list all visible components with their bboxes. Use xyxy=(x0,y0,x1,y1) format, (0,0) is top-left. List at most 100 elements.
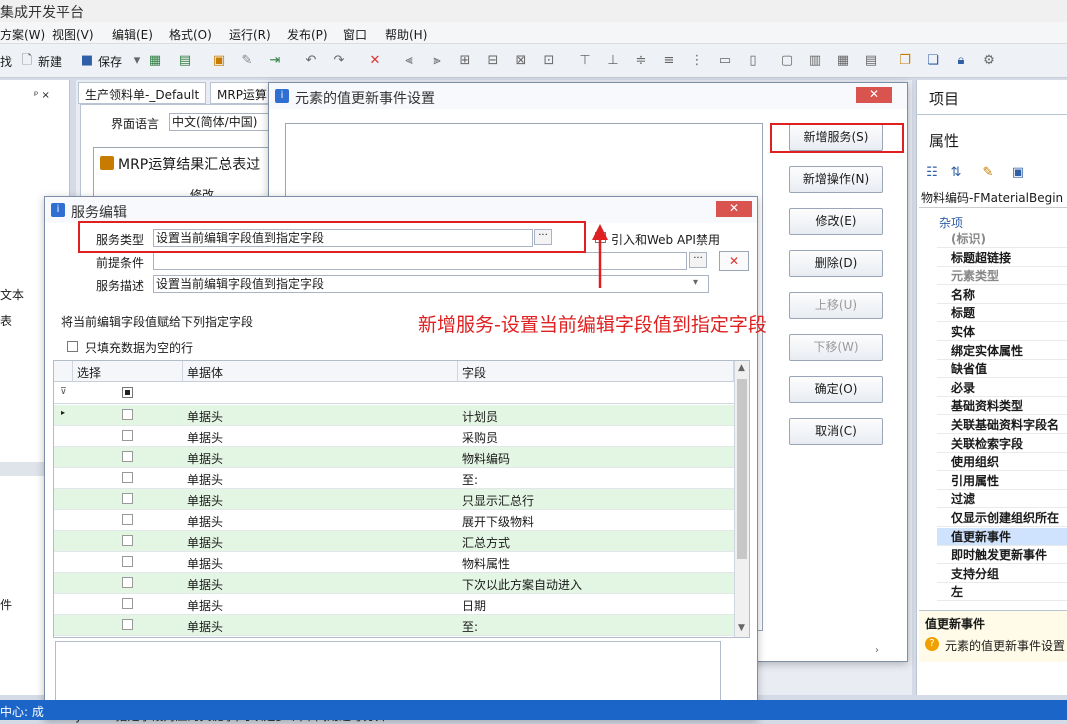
row-checkbox[interactable] xyxy=(122,472,133,483)
scroll-thumb[interactable] xyxy=(737,379,747,559)
menu-edit[interactable]: 编辑(E) xyxy=(112,26,153,43)
col-entity[interactable]: 单据体 xyxy=(183,361,458,382)
menu-view[interactable]: 视图(V) xyxy=(52,26,94,43)
distribute-v-icon[interactable]: ⊠ xyxy=(512,52,530,70)
menu-window[interactable]: 窗口 xyxy=(343,26,367,43)
group-misc[interactable]: 杂项 xyxy=(939,214,963,231)
layout-icon[interactable]: ▦ xyxy=(834,52,852,70)
event-button[interactable]: 修改(E) xyxy=(789,208,883,235)
distribute-h-icon[interactable]: ⊟ xyxy=(484,52,502,70)
property-row[interactable]: (标识) xyxy=(937,230,1067,248)
event-button[interactable]: 确定(O) xyxy=(789,376,883,403)
dropdown-arrow-icon[interactable]: ▾ xyxy=(128,52,146,70)
same-width-icon[interactable]: ▭ xyxy=(716,52,734,70)
col-field[interactable]: 字段 xyxy=(458,361,734,382)
row-checkbox[interactable] xyxy=(122,409,133,420)
property-row[interactable]: 缺省值 xyxy=(937,360,1067,379)
same-size-icon[interactable]: ⊡ xyxy=(540,52,558,70)
panel-pin-close[interactable]: ᵖ × xyxy=(34,90,50,101)
panel-icon[interactable]: ▥ xyxy=(806,52,824,70)
property-row[interactable]: 仅显示创建组织所在 xyxy=(937,509,1067,527)
property-row[interactable]: 即时触发更新事件 xyxy=(937,546,1067,565)
scroll-down-icon[interactable]: ▼ xyxy=(738,623,745,633)
scroll-right-icon[interactable]: › xyxy=(875,645,879,656)
property-row[interactable]: 实体 xyxy=(937,323,1067,341)
find-button[interactable]: 找 xyxy=(0,53,12,70)
window-icon[interactable]: ▢ xyxy=(778,52,796,70)
edit-icon[interactable]: ✎ xyxy=(979,164,997,182)
property-page-icon[interactable]: ▣ xyxy=(1009,164,1027,182)
left-item-table[interactable]: 表 xyxy=(0,312,12,329)
table-row[interactable]: 单据头 展开下级物料 xyxy=(54,510,734,531)
select-all-checkbox[interactable] xyxy=(122,387,133,398)
undo-icon[interactable]: ↶ xyxy=(302,52,320,70)
table-row[interactable]: 单据头 至: xyxy=(54,468,734,489)
table-row[interactable]: 单据头 物料属性 xyxy=(54,552,734,573)
grid-scrollbar[interactable]: ▲ ▼ xyxy=(734,361,749,637)
event-button[interactable]: 下移(W) xyxy=(789,334,883,361)
event-button[interactable]: 取消(C) xyxy=(789,418,883,445)
property-row[interactable]: 使用组织 xyxy=(937,453,1067,472)
paste-icon[interactable]: ❏ xyxy=(924,52,942,70)
property-row[interactable]: 标题超链接 xyxy=(937,249,1067,267)
menu-run[interactable]: 运行(R) xyxy=(229,26,271,43)
table-row[interactable]: 单据头 只显示汇总行 xyxy=(54,489,734,510)
property-row[interactable]: 支持分组 xyxy=(937,565,1067,583)
tab-mrp[interactable]: MRP运算 xyxy=(210,82,274,104)
row-checkbox[interactable] xyxy=(122,514,133,525)
tab-issue-slip[interactable]: 生产领料单-_Default xyxy=(78,82,207,104)
table-row[interactable]: ▸ 单据头 计划员 xyxy=(54,405,734,426)
service-desc-input[interactable]: 设置当前编辑字段值到指定字段 xyxy=(153,275,709,293)
align-top-icon[interactable]: ⊤ xyxy=(576,52,594,70)
row-checkbox[interactable] xyxy=(122,598,133,609)
row-checkbox[interactable] xyxy=(122,430,133,441)
col-select[interactable]: 选择 xyxy=(73,361,183,382)
same-height-icon[interactable]: ▯ xyxy=(744,52,762,70)
row-checkbox[interactable] xyxy=(122,535,133,546)
clear-icon[interactable]: ✕ xyxy=(719,251,749,271)
row-checkbox[interactable] xyxy=(122,556,133,567)
table-row[interactable]: 单据头 汇总方式 xyxy=(54,531,734,552)
property-row[interactable]: 关联基础资料字段名 xyxy=(937,416,1067,434)
design-icon[interactable]: ▣ xyxy=(210,52,228,70)
space-h-icon[interactable]: ⋮ xyxy=(688,52,706,70)
save-button[interactable]: 保存 xyxy=(98,53,122,70)
categorized-icon[interactable]: ☷ xyxy=(923,164,941,182)
row-checkbox[interactable] xyxy=(122,619,133,630)
table-row[interactable]: 单据头 日期 xyxy=(54,594,734,615)
align-left-icon[interactable]: ⫷ xyxy=(400,52,418,70)
new-button[interactable]: 新建 xyxy=(38,53,62,70)
close-button[interactable]: ✕ xyxy=(716,201,752,217)
settings-icon[interactable]: ⚙ xyxy=(980,52,998,70)
scroll-up-icon[interactable]: ▲ xyxy=(738,363,745,373)
table-icon[interactable]: ▤ xyxy=(862,52,880,70)
lang-select[interactable]: 中文(简体/中国) xyxy=(169,113,269,131)
row-checkbox[interactable] xyxy=(122,493,133,504)
event-button[interactable]: 新增操作(N) xyxy=(789,166,883,193)
tools-icon[interactable]: ✎ xyxy=(238,52,256,70)
property-row[interactable]: 值更新事件 xyxy=(937,527,1067,546)
chevron-down-icon[interactable]: ▾ xyxy=(693,277,698,288)
property-row[interactable]: 名称 xyxy=(937,286,1067,304)
precondition-browse-button[interactable]: ··· xyxy=(689,252,707,268)
align-right-icon[interactable]: ⫸ xyxy=(428,52,446,70)
table-row[interactable]: 单据头 采购员 xyxy=(54,426,734,447)
property-row[interactable]: 左 xyxy=(937,583,1067,602)
property-row[interactable]: 必录 xyxy=(937,379,1067,397)
export-icon[interactable]: ⇥ xyxy=(266,52,284,70)
event-button[interactable]: 上移(U) xyxy=(789,292,883,319)
left-item-text[interactable]: 文本 xyxy=(0,286,24,303)
fill-empty-checkbox[interactable] xyxy=(67,341,78,352)
property-row[interactable]: 绑定实体属性 xyxy=(937,342,1067,360)
property-row[interactable]: 关联检索字段 xyxy=(937,435,1067,453)
property-row[interactable]: 基础资料类型 xyxy=(937,397,1067,416)
space-v-icon[interactable]: ≡ xyxy=(660,52,678,70)
align-middle-icon[interactable]: ≑ xyxy=(632,52,650,70)
project-header[interactable]: 项目 xyxy=(929,88,959,109)
left-item-file[interactable]: 件 xyxy=(0,596,12,613)
align-center-icon[interactable]: ⊞ xyxy=(456,52,474,70)
menu-format[interactable]: 格式(O) xyxy=(169,26,212,43)
property-row[interactable]: 标题 xyxy=(937,304,1067,323)
form-icon[interactable]: ▤ xyxy=(176,52,194,70)
footer-textarea[interactable] xyxy=(55,641,721,707)
